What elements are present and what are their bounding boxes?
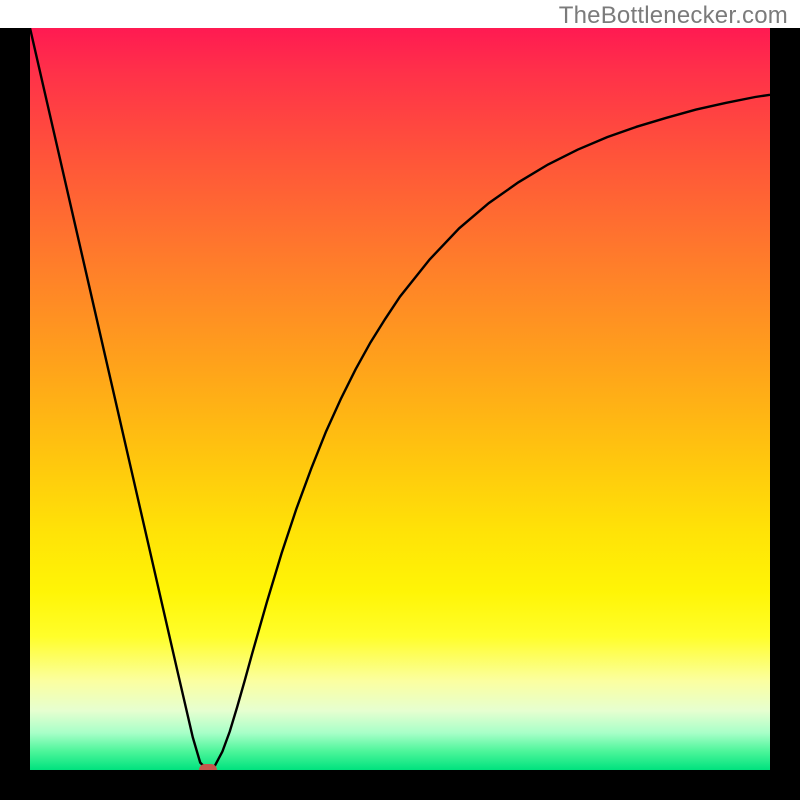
chart-container: TheBottlenecker.com — [0, 0, 800, 800]
watermark-label: TheBottlenecker.com — [559, 2, 788, 30]
plot-frame — [0, 28, 800, 800]
plot-area — [30, 28, 770, 770]
curve-path — [30, 28, 770, 770]
optimal-point-marker — [199, 764, 217, 770]
bottleneck-curve — [30, 28, 770, 770]
